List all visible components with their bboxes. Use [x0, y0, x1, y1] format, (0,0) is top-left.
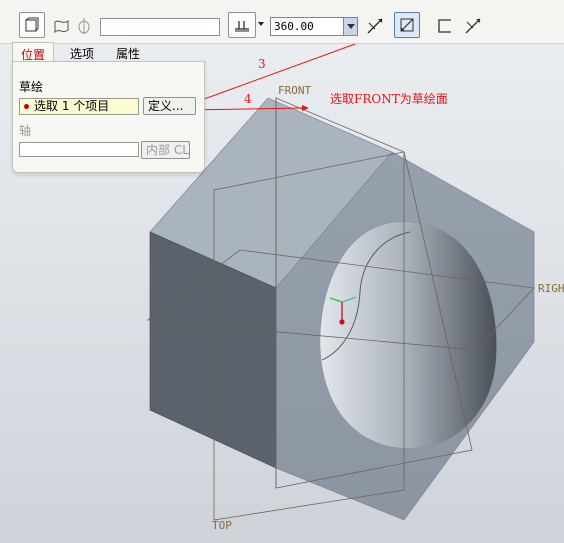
thicken-sketch-button[interactable]: [434, 15, 456, 37]
flip-thicken-icon: [465, 18, 481, 34]
solid-icon: [25, 17, 39, 32]
depth-value[interactable]: 360.00: [274, 20, 314, 33]
depth-value-combo[interactable]: 360.00: [270, 17, 358, 36]
axis-collector[interactable]: [19, 142, 139, 157]
depth-option-button[interactable]: [228, 12, 256, 38]
top-plane-label[interactable]: TOP: [212, 519, 232, 532]
flip-direction-icon: [367, 18, 383, 34]
depth-option-dropdown-icon[interactable]: [258, 22, 264, 26]
annotation-step-4: 4: [244, 92, 252, 106]
csys-origin-marker: [339, 319, 345, 325]
tab-placement[interactable]: 位置: [12, 42, 55, 62]
revolve-button[interactable]: [73, 15, 95, 37]
chevron-down-icon[interactable]: [343, 18, 357, 35]
annotation-step-3: 3: [258, 57, 266, 71]
front-plane-label[interactable]: FRONT: [278, 84, 311, 97]
collector-status-dot: [24, 104, 29, 109]
sketch-collector[interactable]: 选取 1 个项目: [19, 98, 139, 115]
section-name-field[interactable]: [100, 18, 220, 36]
internal-cl-button[interactable]: 内部 CL: [141, 141, 190, 159]
collector-text: 选取 1 个项目: [34, 99, 110, 113]
tab-options[interactable]: 选项: [62, 42, 102, 62]
revolve-icon: [78, 18, 90, 34]
right-plane-label[interactable]: RIGHT: [538, 282, 564, 295]
tab-properties[interactable]: 属性: [108, 42, 148, 62]
sketch-label: 草绘: [19, 80, 44, 94]
axis-label: 轴: [19, 124, 32, 138]
surface-icon: [54, 19, 69, 34]
hole-interior[interactable]: [320, 221, 497, 449]
define-button[interactable]: 定义...: [143, 97, 196, 115]
remove-material-icon: [400, 18, 414, 32]
annotation-instruction: 选取FRONT为草绘面: [330, 92, 448, 106]
extrude-solid-button[interactable]: [19, 12, 45, 38]
flip-direction-button[interactable]: [364, 15, 386, 37]
remove-material-button[interactable]: [394, 12, 420, 38]
blind-depth-icon: [235, 21, 249, 32]
placement-panel: 草绘 选取 1 个项目 定义... 轴 内部 CL: [12, 61, 205, 173]
thicken-icon: [438, 19, 451, 33]
flip-thicken-button[interactable]: [462, 15, 484, 37]
extrude-surface-button[interactable]: [51, 15, 73, 37]
feature-dashboard-toolbar: 360.00: [0, 0, 564, 44]
